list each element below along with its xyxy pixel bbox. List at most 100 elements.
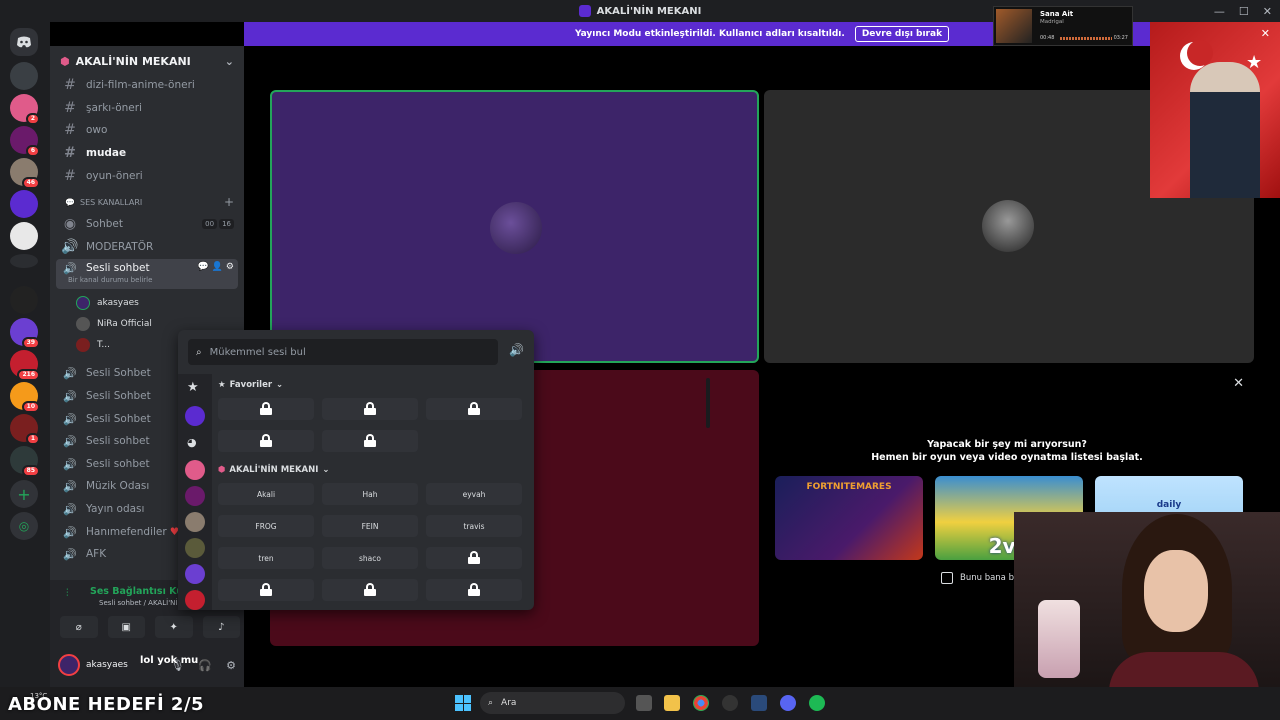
soundboard-icon[interactable]: ♪ xyxy=(202,616,240,638)
avatar xyxy=(76,338,90,352)
guild-name: AKALİ'NİN MEKANI xyxy=(75,54,191,68)
category-server-icon[interactable] xyxy=(185,486,205,506)
server-icon-12[interactable]: 1 xyxy=(10,414,40,445)
guild-icon: ⬢ xyxy=(60,54,70,68)
maximize-button[interactable]: ☐ xyxy=(1239,5,1249,18)
sound-search-input[interactable]: ⌕ Mükemmel sesi bul xyxy=(188,339,498,365)
category-server-icon[interactable] xyxy=(185,590,205,610)
star-icon[interactable]: ★ xyxy=(187,380,199,395)
server-icon-3[interactable]: 6 xyxy=(10,126,40,157)
sound-button-locked[interactable] xyxy=(218,398,314,420)
sound-button[interactable]: shaco xyxy=(322,547,418,569)
sound-button-locked[interactable] xyxy=(426,579,522,601)
server-icon-1[interactable] xyxy=(10,62,38,90)
category-server-icon[interactable] xyxy=(185,512,205,532)
sound-button-locked[interactable] xyxy=(426,547,522,569)
sound-button-locked[interactable] xyxy=(322,430,418,452)
channel-actions-icons[interactable]: 💬 👤 ⚙ xyxy=(198,262,234,272)
voice-member[interactable]: akasyaes xyxy=(76,293,139,313)
close-icon[interactable]: ✕ xyxy=(1261,27,1270,40)
server-icon-13[interactable]: 85 xyxy=(10,446,40,477)
volume-icon[interactable]: 🔊 xyxy=(509,343,524,357)
sound-label: tren xyxy=(258,553,274,563)
username[interactable]: akasyaes xyxy=(86,660,128,670)
server-icon-6[interactable] xyxy=(10,222,38,250)
favorites-header[interactable]: ★ Favoriler ⌄ xyxy=(218,380,283,390)
discord-taskbar-icon[interactable] xyxy=(780,695,796,711)
sound-button-locked[interactable] xyxy=(218,579,314,601)
explore-icon[interactable]: ◎ xyxy=(10,512,38,540)
category-server-icon[interactable] xyxy=(185,460,205,480)
scrollbar[interactable] xyxy=(706,378,710,428)
channel-sarki[interactable]: # şarkı-öneri xyxy=(56,97,238,119)
channel-dizi[interactable]: # dizi-film-anime-öneri xyxy=(56,74,238,96)
discord-home-icon[interactable] xyxy=(10,28,38,56)
sound-button-locked[interactable] xyxy=(322,398,418,420)
voice-member[interactable]: T... xyxy=(76,335,110,355)
channel-status[interactable]: Bir kanal durumu belirle xyxy=(68,276,152,284)
activities-icon[interactable]: ✦ xyxy=(155,616,193,638)
sound-button[interactable]: eyvah xyxy=(426,483,522,505)
sound-button-locked[interactable] xyxy=(322,579,418,601)
voice-channel-moderator[interactable]: 🔊 MODERATÖR xyxy=(56,236,238,258)
category-server-icon[interactable] xyxy=(185,406,205,426)
headphones-icon[interactable]: 🎧 xyxy=(198,659,212,672)
chrome-icon[interactable] xyxy=(693,695,709,711)
category-server-icon[interactable] xyxy=(185,538,205,558)
avatar[interactable] xyxy=(58,654,80,676)
server-icon-2[interactable]: 2 xyxy=(10,94,40,125)
category-server-icon[interactable] xyxy=(185,564,205,584)
speaker-icon: 🔊 xyxy=(63,412,77,426)
sound-button[interactable]: Hah xyxy=(322,483,418,505)
server-icon-7[interactable] xyxy=(10,254,38,268)
server-icon-11[interactable]: 10 xyxy=(10,382,40,413)
sound-button[interactable]: FEIN xyxy=(322,515,418,537)
checkbox[interactable] xyxy=(941,572,953,584)
minimize-button[interactable]: — xyxy=(1214,5,1225,18)
add-server-icon[interactable]: + xyxy=(10,480,38,508)
disable-streamer-mode-button[interactable]: Devre dışı bırak xyxy=(854,26,950,42)
start-icon[interactable] xyxy=(455,695,471,711)
close-icon[interactable]: ✕ xyxy=(1233,376,1244,391)
app-icon[interactable] xyxy=(751,695,767,711)
spotify-icon[interactable] xyxy=(809,695,825,711)
settings-icon[interactable]: ⚙ xyxy=(226,659,236,672)
guild-header[interactable]: ⬢ AKALİ'NİN MEKANI ⌄ xyxy=(50,46,244,76)
flag-portrait-overlay: ★ ✕ xyxy=(1150,22,1280,198)
server-icon-9[interactable]: 39 xyxy=(10,318,40,349)
category-voice[interactable]: 💬 SES KANALLARI + xyxy=(56,194,238,210)
server-icon-8[interactable] xyxy=(10,286,38,314)
sound-button[interactable]: tren xyxy=(218,547,314,569)
taskbar-search[interactable]: ⌕ Ara xyxy=(480,692,625,714)
channel-oyun[interactable]: # oyun-öneri xyxy=(56,165,238,187)
sound-button[interactable]: Akali xyxy=(218,483,314,505)
app-icon[interactable] xyxy=(722,695,738,711)
channel-mudae[interactable]: # mudae xyxy=(56,142,238,164)
sound-button[interactable]: FROG xyxy=(218,515,314,537)
participant-tile-speaking[interactable] xyxy=(270,90,759,363)
activity-card[interactable]: FORTNITEMARES xyxy=(775,476,923,560)
server-sounds-header[interactable]: ⬢ AKALİ'NİN MEKANI ⌄ xyxy=(218,465,330,475)
task-view-icon[interactable] xyxy=(636,695,652,711)
server-icon-10[interactable]: 216 xyxy=(10,350,40,381)
avatar xyxy=(76,296,90,310)
server-icon-4[interactable]: 46 xyxy=(10,158,40,189)
channel-label: dizi-film-anime-öneri xyxy=(86,79,195,91)
channel-owo[interactable]: # owo xyxy=(56,119,238,141)
unread-badge: 10 xyxy=(21,401,40,413)
speaker-icon: 🔊 xyxy=(63,262,77,275)
discord-icon[interactable]: ◕ xyxy=(187,436,197,449)
camera-off-icon[interactable]: ⌀ xyxy=(60,616,98,638)
screen-share-icon[interactable]: ▣ xyxy=(107,616,145,638)
voice-channel-sohbet[interactable]: ◉ Sohbet 00 16 xyxy=(56,213,238,235)
sound-button[interactable]: travis xyxy=(426,515,522,537)
close-window-button[interactable]: ✕ xyxy=(1263,5,1272,18)
file-explorer-icon[interactable] xyxy=(664,695,680,711)
voice-member[interactable]: NiRa Official xyxy=(76,314,152,334)
add-channel-icon[interactable]: + xyxy=(224,195,234,209)
voice-channel-sesli-sohbet-active[interactable]: 🔊 Sesli sohbet Bir kanal durumu belirle … xyxy=(56,259,238,289)
section-label: AKALİ'NİN MEKANI xyxy=(229,465,319,475)
sound-button-locked[interactable] xyxy=(218,430,314,452)
server-icon-5[interactable] xyxy=(10,190,38,218)
sound-button-locked[interactable] xyxy=(426,398,522,420)
